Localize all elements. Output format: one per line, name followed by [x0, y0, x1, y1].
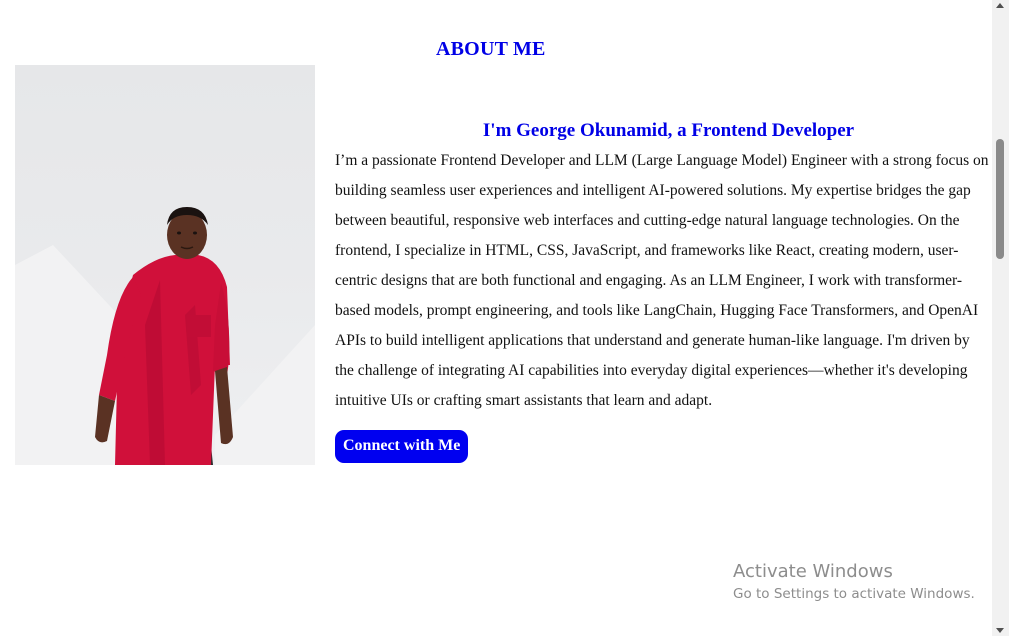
about-content: I'm George Okunamid, a Frontend Develope…: [335, 118, 992, 463]
profile-photo: [15, 65, 315, 465]
activation-watermark: Activate Windows Go to Settings to activ…: [733, 560, 975, 604]
watermark-title: Activate Windows: [733, 561, 893, 582]
profile-bio: I’m a passionate Frontend Developer and …: [335, 152, 989, 409]
scroll-down-icon[interactable]: [996, 628, 1004, 633]
vertical-scrollbar[interactable]: [992, 0, 1009, 636]
person-photo-icon: [15, 207, 315, 465]
connect-button[interactable]: Connect with Me: [335, 430, 469, 463]
scroll-thumb[interactable]: [996, 139, 1004, 259]
watermark-subtitle: Go to Settings to activate Windows.: [733, 586, 975, 602]
scroll-up-icon[interactable]: [996, 3, 1004, 8]
profile-heading: I'm George Okunamid, a Frontend Develope…: [482, 120, 855, 141]
section-title: ABOUT ME: [436, 38, 546, 60]
